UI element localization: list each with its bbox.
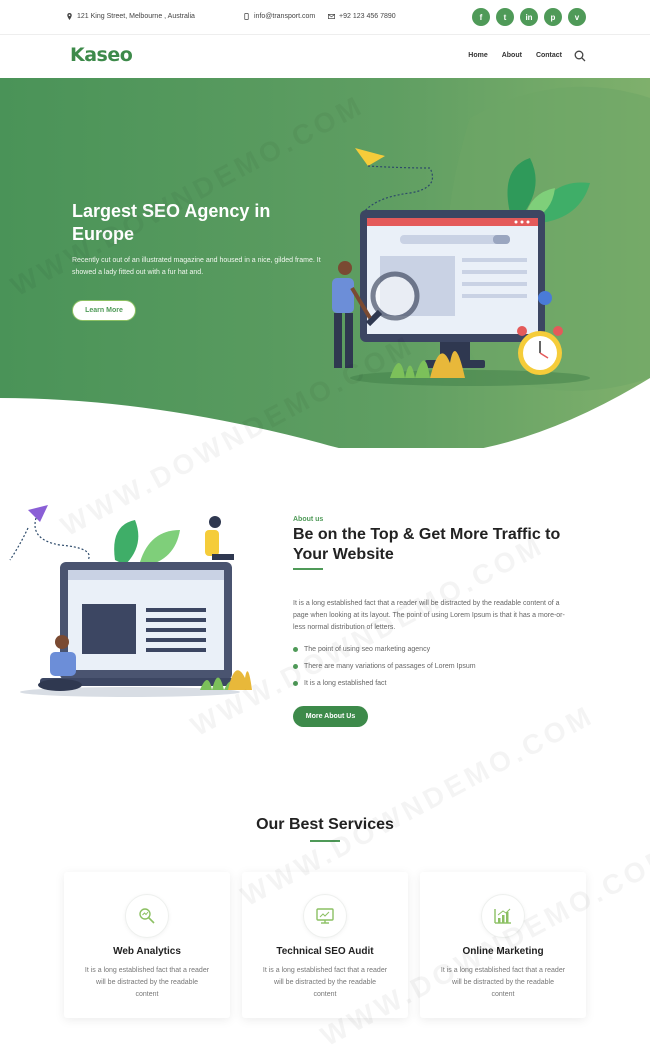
service-text: It is a long established fact that a rea… [84,967,210,998]
about-subtitle: About us [293,516,324,523]
nav-item-about[interactable]: About [502,52,522,59]
service-title: Technical SEO Audit [276,946,374,957]
about-divider [293,568,323,570]
services-title: Our Best Services [256,816,394,833]
facebook-icon[interactable]: f [472,8,490,26]
address-info: 121 King Street, Melbourne , Australia [66,13,195,20]
about-laptop-illustration [9,505,252,697]
seo-monitor-illustration [332,148,590,386]
phone-info[interactable]: +92 123 456 7890 [328,13,396,20]
email-info[interactable]: info@transport.com [243,13,315,20]
linkedin-icon[interactable]: in [520,8,538,26]
main-nav: Kaseo Home About Contact [0,34,650,78]
bullet-dot-icon [293,647,298,652]
nav-item-contact[interactable]: Contact [536,52,562,59]
nav-menu: Home About Contact [468,52,562,59]
more-about-us-button[interactable]: More About Us [293,706,368,727]
logo[interactable]: Kaseo [70,44,133,66]
location-pin-icon [67,13,72,20]
service-icon-wrap [303,894,347,938]
top-bar: 121 King Street, Melbourne , Australia i… [0,0,650,34]
search-icon[interactable] [574,50,586,62]
twitter-icon[interactable]: t [496,8,514,26]
learn-more-button[interactable]: Learn More [72,300,136,321]
analytics-icon [139,908,155,924]
monitor-audit-icon [316,908,334,924]
vimeo-icon[interactable]: v [568,8,586,26]
service-icon-wrap [125,894,169,938]
pinterest-icon[interactable]: p [544,8,562,26]
mail-icon [328,14,335,19]
address-text: 121 King Street, Melbourne , Australia [77,13,195,20]
service-card-web-analytics[interactable]: Web Analytics It is a long established f… [64,872,230,1018]
social-links: f t in p v [472,8,586,26]
email-text[interactable]: info@transport.com [254,13,315,20]
phone-text[interactable]: +92 123 456 7890 [339,13,396,20]
phone-device-icon [244,13,249,20]
nav-item-home[interactable]: Home [468,52,487,59]
service-title: Web Analytics [113,946,181,957]
